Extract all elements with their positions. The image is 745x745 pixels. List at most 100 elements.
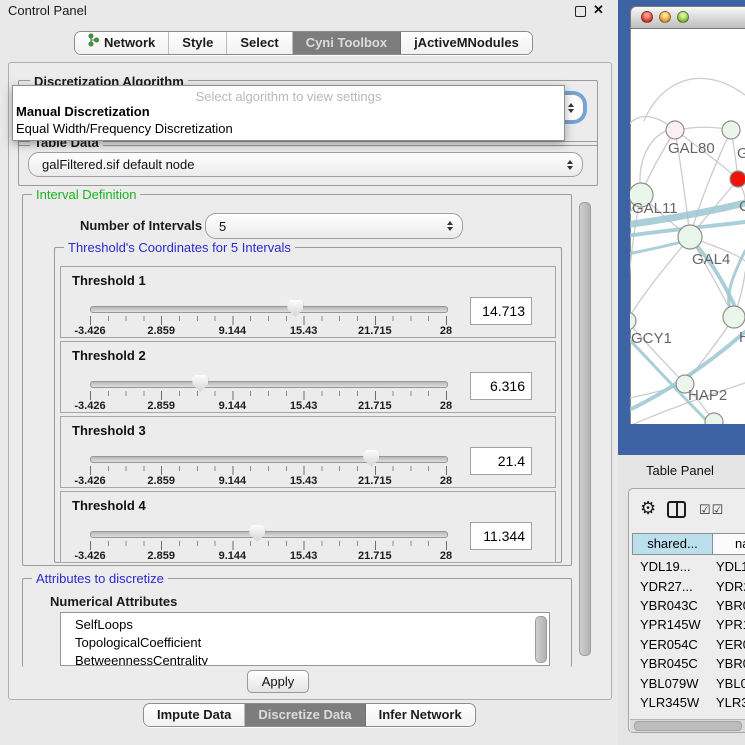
table-row[interactable]: YDR27...YDR2: [632, 576, 745, 595]
slider-tick-label: 2.859: [147, 550, 175, 562]
close-window-icon[interactable]: [641, 11, 653, 23]
network-node[interactable]: [723, 306, 745, 328]
network-node[interactable]: [722, 121, 740, 139]
tab-cyni-toolbox[interactable]: Cyni Toolbox: [293, 32, 401, 54]
numerical-attributes-list[interactable]: SelfLoopsTopologicalCoefficientBetweenne…: [60, 612, 550, 666]
threshold-value-input[interactable]: [470, 447, 532, 475]
column-header-name[interactable]: na: [712, 533, 745, 555]
combo-stepper-icon: [567, 160, 573, 170]
network-node-label: GCY1: [631, 330, 672, 347]
attribute-list-item[interactable]: BetweennessCentrality: [61, 652, 549, 666]
slider-tick-label: -3.426: [74, 325, 105, 337]
num-intervals-combobox[interactable]: 5: [205, 213, 463, 239]
column-layout-icon[interactable]: [667, 501, 686, 518]
cell-shared-name: YIL052C: [632, 714, 716, 717]
network-edge[interactable]: [729, 251, 745, 313]
table-data-combo-value: galFiltered.sif default node: [42, 157, 194, 172]
apply-button[interactable]: Apply: [247, 670, 309, 693]
table-row[interactable]: YPR145WYPR1: [632, 615, 745, 634]
close-panel-icon[interactable]: ✕: [593, 2, 604, 18]
cell-shared-name: YPR145W: [632, 617, 716, 632]
slider-tick-label: -3.426: [74, 475, 105, 487]
table-settings-gear-icon[interactable]: ⚙: [640, 498, 656, 519]
num-intervals-label: Number of Intervals: [76, 218, 206, 233]
column-checkbox-icons[interactable]: ☑☑: [699, 502, 724, 518]
cell-name: YPR1: [716, 617, 745, 632]
table-row[interactable]: YDL19...YDL1: [632, 557, 745, 576]
top-tab-bar: Network Style Select Cyni Toolbox jActiveMNo…: [74, 31, 533, 55]
network-node[interactable]: [630, 312, 636, 330]
dropdown-item-equal-width[interactable]: Equal Width/Frequency Discretization: [16, 121, 233, 136]
slider-ticks-major: [90, 316, 447, 325]
network-edge[interactable]: [690, 237, 734, 317]
network-node-label: G.: [737, 145, 745, 162]
threshold-label: Threshold 1: [72, 273, 146, 288]
slider-ticks-major: [90, 541, 447, 550]
slider-tick-label: 21.715: [358, 475, 392, 487]
slider-ticks-major: [90, 466, 447, 475]
tab-label: Impute Data: [157, 704, 231, 726]
threshold-value-input[interactable]: [470, 522, 532, 550]
panel-scrollbar[interactable]: [579, 202, 591, 656]
combo-stepper-icon: [568, 103, 574, 113]
slider-tick-label: 2.859: [147, 400, 175, 412]
slider-tick-label: 28: [440, 550, 452, 562]
slider-tick-label: 28: [440, 400, 452, 412]
dropdown-item-manual[interactable]: Manual Discretization: [16, 104, 150, 119]
app-root: Control Panel ✕ NetworkStyleSelectCyni T…: [0, 0, 745, 745]
tab-label: jActiveMNodules: [414, 32, 519, 54]
zoom-window-icon[interactable]: [677, 11, 689, 23]
threshold-slider-track[interactable]: [90, 456, 448, 463]
tab-discretize-data[interactable]: Discretize Data: [245, 704, 365, 726]
tab-style[interactable]: Style: [169, 32, 227, 54]
threshold-slider-track[interactable]: [90, 531, 448, 538]
threshold-value-input[interactable]: [470, 372, 532, 400]
tab-impute-data[interactable]: Impute Data: [144, 704, 245, 726]
threshold-value-input[interactable]: [470, 297, 532, 325]
attributes-list-scrollbar[interactable]: [535, 616, 547, 663]
table-data-combobox[interactable]: galFiltered.sif default node: [28, 152, 583, 177]
table-row[interactable]: YBR043CYBR0: [632, 596, 745, 615]
tab-label: Network: [104, 32, 155, 54]
tab-jactivemnodules[interactable]: jActiveMNodules: [401, 32, 532, 54]
network-edge[interactable]: [630, 237, 690, 321]
cell-shared-name: YER054C: [632, 637, 716, 652]
network-node[interactable]: [730, 171, 745, 187]
threshold-label: Threshold 2: [72, 348, 146, 363]
slider-ticks-major: [90, 391, 447, 400]
tab-select[interactable]: Select: [227, 32, 292, 54]
network-node[interactable]: [666, 121, 684, 139]
bottom-tab-bar: Impute Data Discretize DataInfer Network: [143, 703, 476, 727]
table-row[interactable]: YBR045CYBR0: [632, 654, 745, 673]
slider-tick-label: 15.43: [290, 325, 318, 337]
table-row[interactable]: YBL079WYBL0: [632, 673, 745, 692]
slider-tick-label: 15.43: [290, 550, 318, 562]
cell-shared-name: YBR043C: [632, 598, 716, 613]
network-graph[interactable]: GAL80G.GAL11CGAL4GCY1HHAP2: [630, 29, 745, 424]
slider-tick-label: 9.144: [219, 400, 247, 412]
table-row[interactable]: YER054CYER0: [632, 635, 745, 654]
network-node-label: GAL11: [632, 200, 678, 217]
network-edge[interactable]: [644, 78, 745, 121]
slider-tick-label: -3.426: [74, 550, 105, 562]
slider-tick-label: 9.144: [219, 550, 247, 562]
cell-name: YDR2: [716, 579, 745, 594]
slider-tick-label: 9.144: [219, 325, 247, 337]
tab-infer-network[interactable]: Infer Network: [366, 704, 475, 726]
float-panel-icon[interactable]: [575, 6, 586, 17]
slider-tick-label: 15.43: [290, 400, 318, 412]
slider-tick-label: -3.426: [74, 400, 105, 412]
network-node[interactable]: [705, 413, 723, 424]
column-header-shared[interactable]: shared...: [632, 533, 713, 555]
threshold-slider-track[interactable]: [90, 306, 448, 313]
attribute-list-item[interactable]: TopologicalCoefficient: [61, 634, 549, 652]
tab-label: Select: [240, 32, 278, 54]
threshold-slider-track[interactable]: [90, 381, 448, 388]
attribute-list-item[interactable]: SelfLoops: [61, 616, 549, 634]
tab-network[interactable]: Network: [75, 32, 169, 54]
table-row[interactable]: YLR345WYLR3: [632, 693, 745, 712]
table-hscrollbar-thumb[interactable]: [634, 721, 742, 731]
table-row[interactable]: YIL052CYIL0: [632, 712, 745, 717]
network-node[interactable]: [678, 225, 702, 249]
minimize-window-icon[interactable]: [659, 11, 671, 23]
